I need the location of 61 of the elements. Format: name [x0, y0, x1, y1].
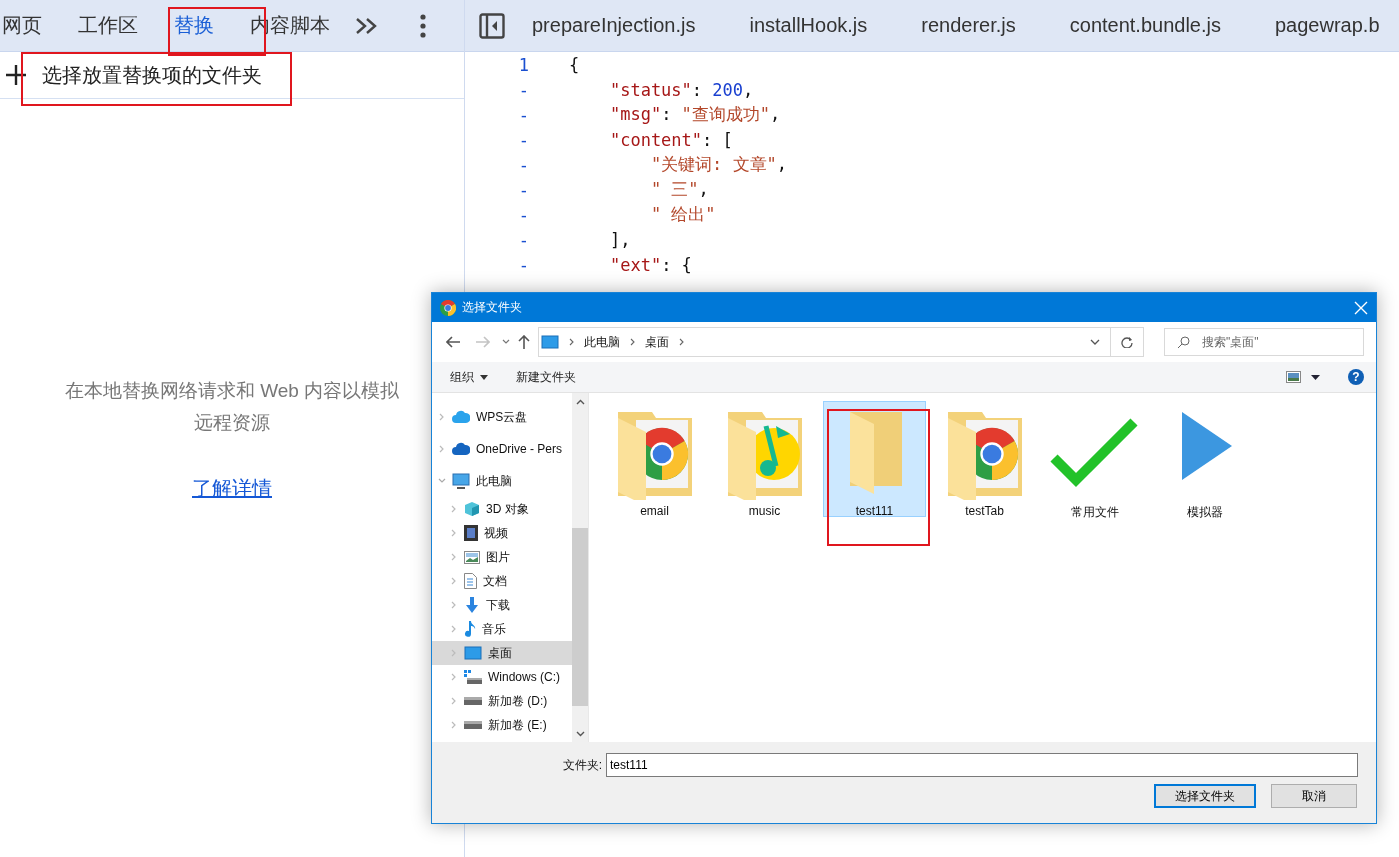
nav-item[interactable]: 此电脑: [432, 465, 572, 497]
code-line: "ext": {: [608, 254, 692, 275]
nav-item[interactable]: 新加卷 (D:): [432, 689, 572, 713]
line-number: -: [517, 229, 530, 250]
add-folder-link[interactable]: 选择放置替换项的文件夹: [42, 61, 262, 89]
nav-item[interactable]: 下载: [432, 593, 572, 617]
learn-more-link[interactable]: 了解详情: [192, 474, 272, 502]
panel-tab[interactable]: 网页: [0, 0, 60, 51]
breadcrumb-item[interactable]: 桌面: [645, 333, 669, 351]
code-line: {: [569, 54, 580, 75]
file-tab[interactable]: content.bundle.js: [1042, 0, 1248, 51]
line-number: -: [517, 204, 530, 225]
file-tab[interactable]: pagewrap.b: [1248, 0, 1399, 51]
cancel-button[interactable]: 取消: [1271, 784, 1357, 808]
nav-item[interactable]: 音乐: [432, 617, 572, 641]
file-item[interactable]: music: [713, 401, 816, 517]
line-number: -: [517, 179, 530, 200]
file-tab[interactable]: renderer.js: [894, 0, 1043, 51]
nav-item[interactable]: 视频: [432, 521, 572, 545]
search-box[interactable]: 搜索"桌面": [1164, 328, 1364, 356]
search-field[interactable]: 搜索"桌面": [1202, 331, 1352, 353]
nav-item[interactable]: 3D 对象: [432, 497, 572, 521]
organize-menu[interactable]: 组织: [450, 368, 488, 386]
code-line: "status": 200,: [608, 79, 754, 100]
line-number: -: [517, 129, 530, 150]
select-folder-button[interactable]: 选择文件夹: [1154, 784, 1256, 808]
empty-state-message: 在本地替换网络请求和 Web 内容以模拟远程资源: [64, 378, 400, 435]
nav-item[interactable]: 图片: [432, 545, 572, 569]
nav-item[interactable]: 新加卷 (E:): [432, 713, 572, 737]
line-number: -: [517, 254, 530, 275]
file-item[interactable]: 模拟器: [1153, 401, 1256, 517]
code-line: " 三",: [649, 178, 709, 201]
file-item[interactable]: email: [603, 401, 706, 517]
nav-item[interactable]: WPS云盘: [432, 401, 572, 433]
file-item[interactable]: 常用文件: [1043, 401, 1146, 517]
file-tab[interactable]: installHook.js: [722, 0, 895, 51]
file-item[interactable]: test111: [823, 401, 926, 517]
file-tab[interactable]: prepareInjection.js: [505, 0, 723, 51]
new-folder-button[interactable]: 新建文件夹: [516, 368, 576, 386]
file-item[interactable]: testTab: [933, 401, 1036, 517]
code-line: "content": [: [608, 129, 733, 150]
code-line: "关键词: 文章",: [649, 153, 788, 176]
line-number: 1: [517, 54, 530, 75]
folder-name-field[interactable]: test111: [606, 753, 1358, 777]
code-line: "msg": "查询成功",: [608, 103, 781, 126]
code-line: ],: [608, 229, 631, 250]
help-button[interactable]: ?: [1348, 369, 1364, 385]
nav-item[interactable]: OneDrive - Pers: [432, 433, 572, 465]
line-number: -: [517, 154, 530, 175]
panel-tab[interactable]: 工作区: [60, 0, 156, 51]
nav-item[interactable]: Windows (C:): [432, 665, 572, 689]
address-bar[interactable]: 此电脑 桌面: [538, 327, 1144, 357]
dialog-title: 选择文件夹: [462, 299, 523, 316]
line-number: -: [517, 79, 530, 100]
nav-item[interactable]: 文档: [432, 569, 572, 593]
nav-item[interactable]: 桌面: [432, 641, 572, 665]
breadcrumb-item[interactable]: 此电脑: [584, 333, 620, 351]
panel-tab[interactable]: 替换: [156, 0, 232, 51]
folder-label: 文件夹:: [562, 756, 602, 774]
code-line: " 给出": [649, 203, 716, 226]
line-number: -: [517, 104, 530, 125]
